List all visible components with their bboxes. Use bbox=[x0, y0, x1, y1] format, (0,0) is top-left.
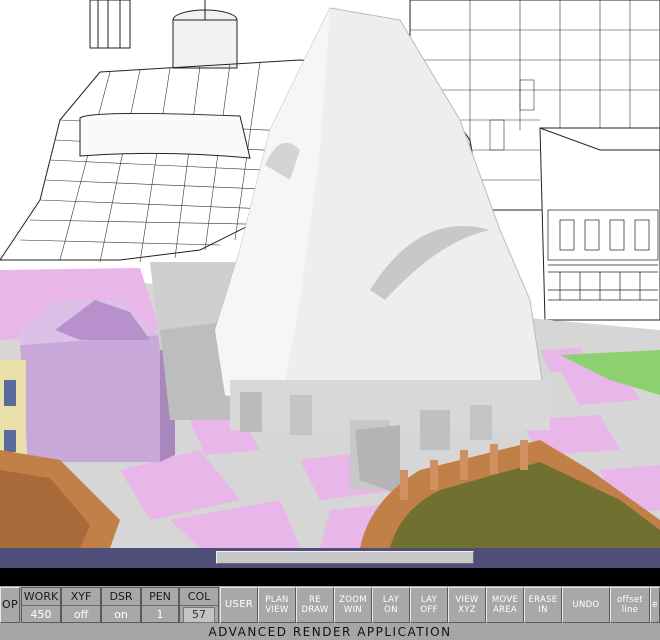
lay-off-line2: OFF bbox=[420, 605, 438, 615]
app-title: ADVANCED RENDER APPLICATION bbox=[208, 625, 452, 639]
lay-on-button[interactable]: LAY ON bbox=[372, 587, 410, 623]
render-viewport[interactable] bbox=[0, 0, 660, 548]
undo-label: UNDO bbox=[572, 600, 600, 610]
move-area-line1: MOVE bbox=[491, 595, 519, 605]
plan-view-line2: VIEW bbox=[265, 605, 289, 615]
tower-roof bbox=[214, 7, 550, 495]
bottom-menu-bar: OP WORK 450 XYF off DSR on PEN 1 COL 57 … bbox=[0, 586, 660, 624]
xyf-status[interactable]: XYF off bbox=[61, 587, 101, 623]
redraw-line2: DRAW bbox=[301, 605, 329, 615]
lay-off-button[interactable]: LAY OFF bbox=[410, 587, 448, 623]
erase-in-line1: ERASE bbox=[528, 595, 558, 605]
dsr-value: on bbox=[114, 608, 128, 621]
col-value: 57 bbox=[183, 607, 215, 623]
truncated-button[interactable]: e bbox=[650, 587, 660, 623]
col-label: COL bbox=[180, 588, 218, 606]
lay-on-line1: LAY bbox=[382, 595, 400, 605]
pen-status[interactable]: PEN 1 bbox=[141, 587, 179, 623]
zoom-win-line2: WIN bbox=[343, 605, 363, 615]
work-status[interactable]: WORK 450 bbox=[21, 587, 61, 623]
plan-view-line1: PLAN bbox=[265, 595, 289, 605]
command-line[interactable] bbox=[0, 568, 660, 586]
xyf-value: off bbox=[73, 608, 89, 621]
view-xyz-line2: XYZ bbox=[458, 605, 476, 615]
redraw-button[interactable]: RE DRAW bbox=[296, 587, 334, 623]
horizontal-scrollbar[interactable] bbox=[0, 548, 660, 568]
undo-button[interactable]: UNDO bbox=[562, 587, 610, 623]
pen-value: 1 bbox=[156, 608, 164, 621]
app-title-bar: ADVANCED RENDER APPLICATION bbox=[0, 624, 660, 640]
pen-label: PEN bbox=[142, 588, 178, 606]
user-button[interactable]: USER bbox=[220, 587, 258, 623]
work-value: 450 bbox=[30, 608, 52, 621]
redraw-line1: RE bbox=[309, 595, 321, 605]
offset-line-line2: line bbox=[621, 605, 639, 615]
view-xyz-button[interactable]: VIEW XYZ bbox=[448, 587, 486, 623]
op-button-label: OP bbox=[2, 598, 18, 611]
move-area-line2: AREA bbox=[492, 605, 518, 615]
scrollbar-thumb[interactable] bbox=[216, 551, 474, 564]
dsr-status[interactable]: DSR on bbox=[101, 587, 141, 623]
erase-in-line2: IN bbox=[538, 605, 548, 615]
erase-in-button[interactable]: ERASE IN bbox=[524, 587, 562, 623]
zoom-win-button[interactable]: ZOOM WIN bbox=[334, 587, 372, 623]
offset-line-button[interactable]: offset line bbox=[610, 587, 650, 623]
op-button[interactable]: OP bbox=[0, 587, 20, 623]
col-status[interactable]: COL 57 bbox=[179, 587, 219, 623]
xyf-label: XYF bbox=[62, 588, 100, 606]
plan-view-button[interactable]: PLAN VIEW bbox=[258, 587, 296, 623]
offset-line-line1: offset bbox=[617, 595, 643, 605]
move-area-button[interactable]: MOVE AREA bbox=[486, 587, 524, 623]
rendered-scene bbox=[0, 0, 660, 548]
truncated-button-label: e bbox=[652, 600, 658, 610]
lay-on-line2: ON bbox=[384, 605, 398, 615]
work-label: WORK bbox=[22, 588, 60, 606]
lay-off-line1: LAY bbox=[420, 595, 438, 605]
dsr-label: DSR bbox=[102, 588, 140, 606]
zoom-win-line1: ZOOM bbox=[339, 595, 367, 605]
user-button-label: USER bbox=[224, 599, 254, 610]
view-xyz-line1: VIEW bbox=[455, 595, 479, 605]
